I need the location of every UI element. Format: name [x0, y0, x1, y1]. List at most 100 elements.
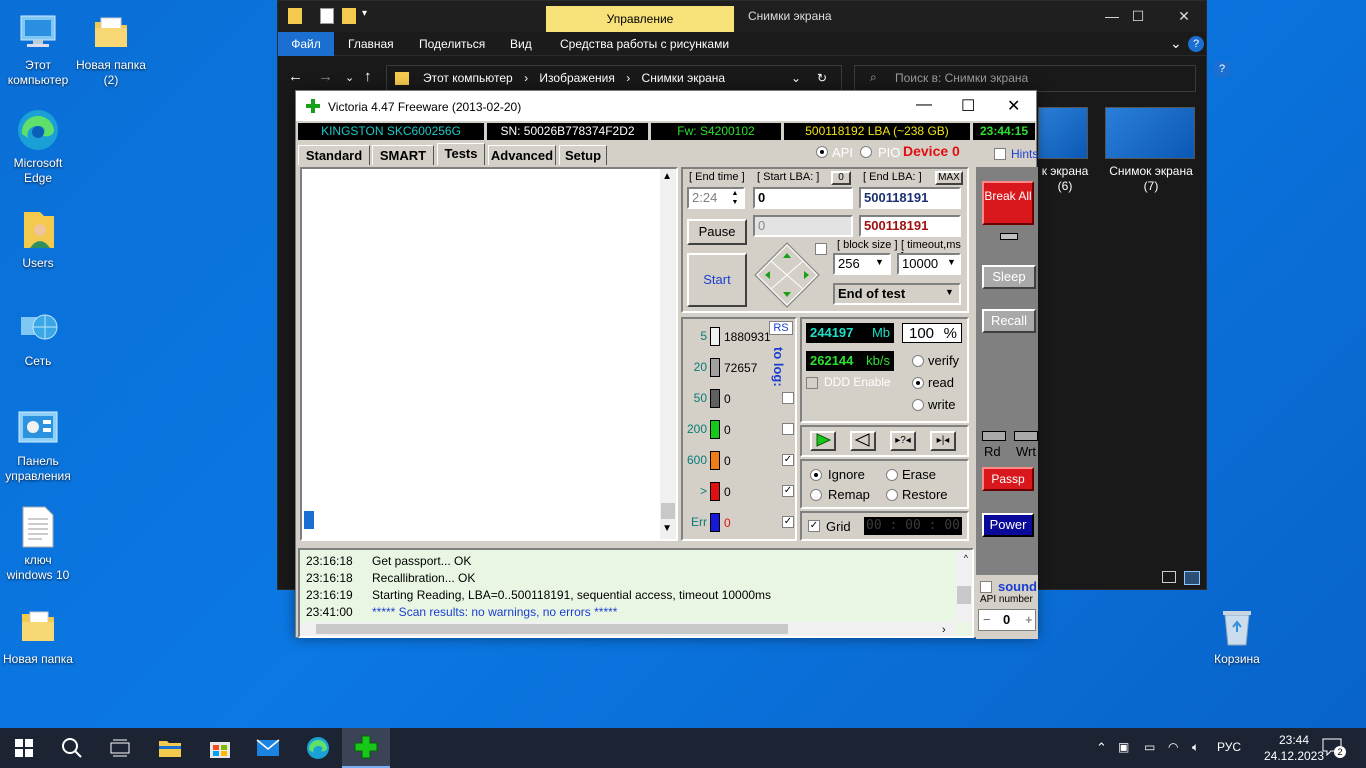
help-icon[interactable]: ? — [1214, 61, 1230, 77]
task-view-button[interactable] — [96, 728, 144, 768]
pio-radio[interactable] — [860, 146, 872, 158]
power-button[interactable]: Power — [982, 513, 1034, 537]
context-tab-manage[interactable]: Управление — [546, 6, 734, 32]
refresh-icon[interactable]: ↻ — [817, 66, 827, 91]
desktop-icon-control-panel[interactable]: Панель управления — [0, 406, 76, 484]
log-checkbox[interactable]: ✓ — [782, 454, 794, 466]
tray-chevron-icon[interactable]: ⌃ — [1096, 740, 1107, 756]
rs-button[interactable]: RS — [769, 321, 793, 335]
scroll-thumb[interactable] — [957, 586, 971, 604]
pause-button[interactable]: Pause — [687, 219, 747, 245]
api-radio[interactable] — [816, 146, 828, 158]
close-button[interactable]: ✕ — [1162, 5, 1206, 27]
language-indicator[interactable]: РУС — [1217, 740, 1241, 754]
break-all-button[interactable]: Break All — [982, 181, 1034, 225]
ribbon-tab-file[interactable]: Файл — [278, 32, 334, 56]
taskbar-store[interactable] — [196, 728, 244, 768]
scroll-thumb[interactable] — [316, 624, 788, 634]
wifi-icon[interactable]: ◠ — [1168, 740, 1178, 754]
recent-chevron-icon[interactable]: ⌄ — [345, 71, 354, 84]
hints-checkbox[interactable] — [994, 148, 1006, 160]
start-button[interactable] — [0, 728, 48, 768]
passp-button[interactable]: Passp — [982, 467, 1034, 491]
sleep-button[interactable]: Sleep — [982, 265, 1036, 289]
address-dropdown-icon[interactable]: ⌄ — [791, 66, 801, 91]
help-icon[interactable]: ? — [1188, 36, 1204, 52]
taskbar-mail[interactable] — [244, 728, 292, 768]
search-input[interactable]: Поиск в: Снимки экрана — [854, 65, 1196, 92]
taskbar-edge[interactable] — [294, 728, 342, 768]
taskbar-file-explorer[interactable] — [146, 728, 194, 768]
remap-radio[interactable] — [810, 489, 822, 501]
rewind-button[interactable] — [850, 431, 876, 451]
new-folder-icon[interactable] — [342, 8, 356, 24]
scroll-right-icon[interactable]: › — [942, 624, 946, 636]
close-button[interactable]: ✕ — [1007, 96, 1020, 116]
volume-icon[interactable]: 🔈︎ — [1192, 740, 1199, 755]
api-number-stepper[interactable]: − 0 + — [978, 609, 1036, 631]
write-radio[interactable] — [912, 399, 924, 411]
chevron-down-icon[interactable]: ▼ — [945, 287, 954, 297]
battery-icon[interactable]: ▭ — [1144, 740, 1155, 754]
scroll-thumb[interactable] — [661, 503, 675, 519]
maximize-button[interactable]: ☐ — [961, 96, 975, 116]
ddd-checkbox[interactable] — [806, 377, 818, 389]
log-checkbox[interactable] — [782, 423, 794, 435]
screenshot-thumbnail[interactable] — [1105, 107, 1195, 159]
scroll-up-icon[interactable]: ^ — [964, 553, 968, 563]
end-lba-max-button[interactable]: MAX — [935, 171, 963, 185]
direction-pad-icon[interactable] — [753, 241, 821, 309]
chevron-down-icon[interactable]: ▼ — [947, 257, 956, 267]
desktop-icon-this-pc[interactable]: Этот компьютер — [0, 10, 76, 88]
scroll-down-icon[interactable]: ▼ — [662, 523, 672, 534]
clock-area[interactable]: 23:44 24.12.2023 — [1258, 732, 1330, 764]
tiles-view-icon[interactable] — [1184, 571, 1200, 585]
end-action-select[interactable]: End of test — [833, 283, 961, 305]
back-arrow-icon[interactable]: ← — [288, 68, 303, 85]
desktop-icon-new-folder[interactable]: Новая папка — [0, 604, 76, 667]
desktop-icon-edge[interactable]: Microsoft Edge — [0, 108, 76, 186]
desktop-icon-users[interactable]: Users — [0, 208, 76, 271]
erase-radio[interactable] — [886, 469, 898, 481]
details-view-icon[interactable] — [1162, 571, 1176, 583]
log-checkbox[interactable] — [782, 392, 794, 404]
increment-icon[interactable]: + — [1025, 612, 1033, 627]
minimize-button[interactable]: — — [916, 96, 932, 114]
tray-app-icon[interactable]: ▣ — [1118, 740, 1129, 754]
forward-arrow-icon[interactable]: → — [318, 68, 333, 85]
map-scrollbar[interactable] — [660, 169, 676, 539]
step-button[interactable]: ▸|◂ — [930, 431, 956, 451]
properties-icon[interactable] — [320, 8, 334, 24]
chevron-down-icon[interactable]: ▾ — [362, 8, 372, 24]
tab-advanced[interactable]: Advanced — [488, 145, 556, 165]
decrement-icon[interactable]: − — [983, 612, 991, 627]
breadcrumb-screenshots[interactable]: Снимки экрана — [642, 71, 726, 85]
ribbon-tab-share[interactable]: Поделиться — [419, 37, 485, 51]
ribbon-tab-picture-tools[interactable]: Средства работы с рисунками — [560, 37, 729, 51]
start-button[interactable]: Start — [687, 253, 747, 307]
tab-standard[interactable]: Standard — [298, 145, 370, 165]
maximize-button[interactable]: ☐ — [1116, 5, 1160, 27]
grid-checkbox[interactable]: ✓ — [808, 520, 820, 532]
end-lba-field[interactable]: 500118191 — [859, 187, 961, 209]
start-lba-field[interactable]: 0 — [753, 187, 853, 209]
chevron-down-icon[interactable]: ▼ — [875, 257, 884, 267]
seek-button[interactable]: ▸?◂ — [890, 431, 916, 451]
screenshot-thumbnail[interactable] — [1038, 107, 1088, 159]
ignore-radio[interactable] — [810, 469, 822, 481]
log-checkbox[interactable]: ✓ — [782, 485, 794, 497]
ribbon-tab-home[interactable]: Главная — [348, 37, 394, 51]
restore-radio[interactable] — [886, 489, 898, 501]
desktop-icon-recycle-bin[interactable]: Корзина — [1199, 604, 1275, 667]
recall-button[interactable]: Recall — [982, 309, 1036, 333]
read-radio[interactable] — [912, 377, 924, 389]
log-checkbox[interactable]: ✓ — [782, 516, 794, 528]
breadcrumb-this-pc[interactable]: Этот компьютер — [423, 71, 513, 85]
spin-buttons[interactable]: ▲ ▼ — [727, 189, 743, 207]
notification-center-button[interactable]: 2 — [1322, 738, 1346, 758]
up-arrow-icon[interactable]: ↑ — [364, 68, 372, 85]
scroll-up-icon[interactable]: ▲ — [662, 171, 672, 182]
sound-checkbox[interactable] — [980, 581, 992, 593]
address-bar[interactable]: Этот компьютер › Изображения › Снимки эк… — [386, 65, 842, 92]
play-button[interactable] — [810, 431, 836, 451]
